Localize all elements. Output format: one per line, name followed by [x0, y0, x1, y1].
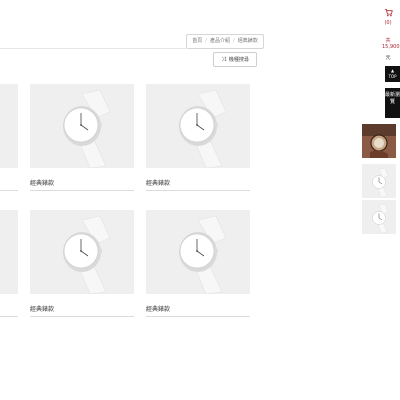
cart-count[interactable]: (0) [382, 20, 394, 26]
product-card[interactable]: 經典錶款 [146, 84, 250, 191]
product-image[interactable] [30, 84, 134, 168]
cart-currency: 元 [385, 55, 391, 61]
watch-image [63, 215, 111, 294]
recent-item-image [362, 164, 396, 198]
product-card[interactable]: 經典錶款 [146, 210, 250, 317]
page: 首頁 / 產品介紹 / 經典錶款 ⤨ 機種搜尋 經典錶款 經典錶款 經典錶款 經… [0, 0, 400, 400]
shuffle-icon: ⤨ [221, 56, 226, 63]
product-card-partial[interactable] [0, 84, 18, 191]
breadcrumb-current: 經典錶款 [237, 38, 258, 44]
recently-viewed-label: 最新瀏覽 [385, 92, 400, 105]
product-name[interactable]: 經典錶款 [30, 294, 134, 317]
recent-item-image [362, 200, 396, 234]
cart-icon[interactable] [384, 8, 393, 19]
model-search-label: 機種搜尋 [228, 57, 249, 63]
back-to-top-button[interactable]: ▲ TOP [385, 66, 400, 82]
product-card[interactable]: 經典錶款 [30, 210, 134, 317]
cart-total: 15,900 [382, 44, 400, 50]
header-divider [0, 48, 186, 49]
back-to-top-label: TOP [388, 74, 397, 79]
breadcrumb-products[interactable]: 產品介紹 [210, 38, 230, 44]
recently-viewed-button[interactable]: 最新瀏覽 [385, 88, 400, 118]
product-name-partial [0, 168, 18, 191]
floating-sidebar: (0) 共 15,900 元 ▲ TOP 最新瀏覽 [352, 0, 400, 400]
product-card-partial[interactable] [0, 210, 18, 317]
product-name-partial [0, 294, 18, 317]
watch-image [63, 89, 111, 168]
watch-image [179, 89, 227, 168]
model-search-button[interactable]: ⤨ 機種搜尋 [213, 52, 257, 67]
product-image[interactable] [146, 84, 250, 168]
breadcrumb-separator: / [205, 38, 207, 44]
watch-image [179, 215, 227, 294]
product-name[interactable]: 經典錶款 [146, 168, 250, 191]
cart-icon-graphic [384, 8, 393, 17]
product-image[interactable] [0, 84, 18, 168]
product-card[interactable]: 經典錶款 [30, 84, 134, 191]
product-image[interactable] [146, 210, 250, 294]
breadcrumb-separator: / [233, 38, 235, 44]
recent-item-thumbnail[interactable] [362, 164, 396, 198]
recent-item-thumbnail[interactable] [362, 200, 396, 234]
product-image[interactable] [0, 210, 18, 294]
breadcrumb-home[interactable]: 首頁 [192, 38, 202, 44]
product-name[interactable]: 經典錶款 [146, 294, 250, 317]
cart-total-label: 共 [385, 38, 391, 44]
product-name[interactable]: 經典錶款 [30, 168, 134, 191]
product-image[interactable] [30, 210, 134, 294]
recent-item-thumbnail[interactable] [362, 124, 396, 158]
recent-item-image [362, 124, 396, 158]
breadcrumb: 首頁 / 產品介紹 / 經典錶款 [186, 34, 264, 49]
